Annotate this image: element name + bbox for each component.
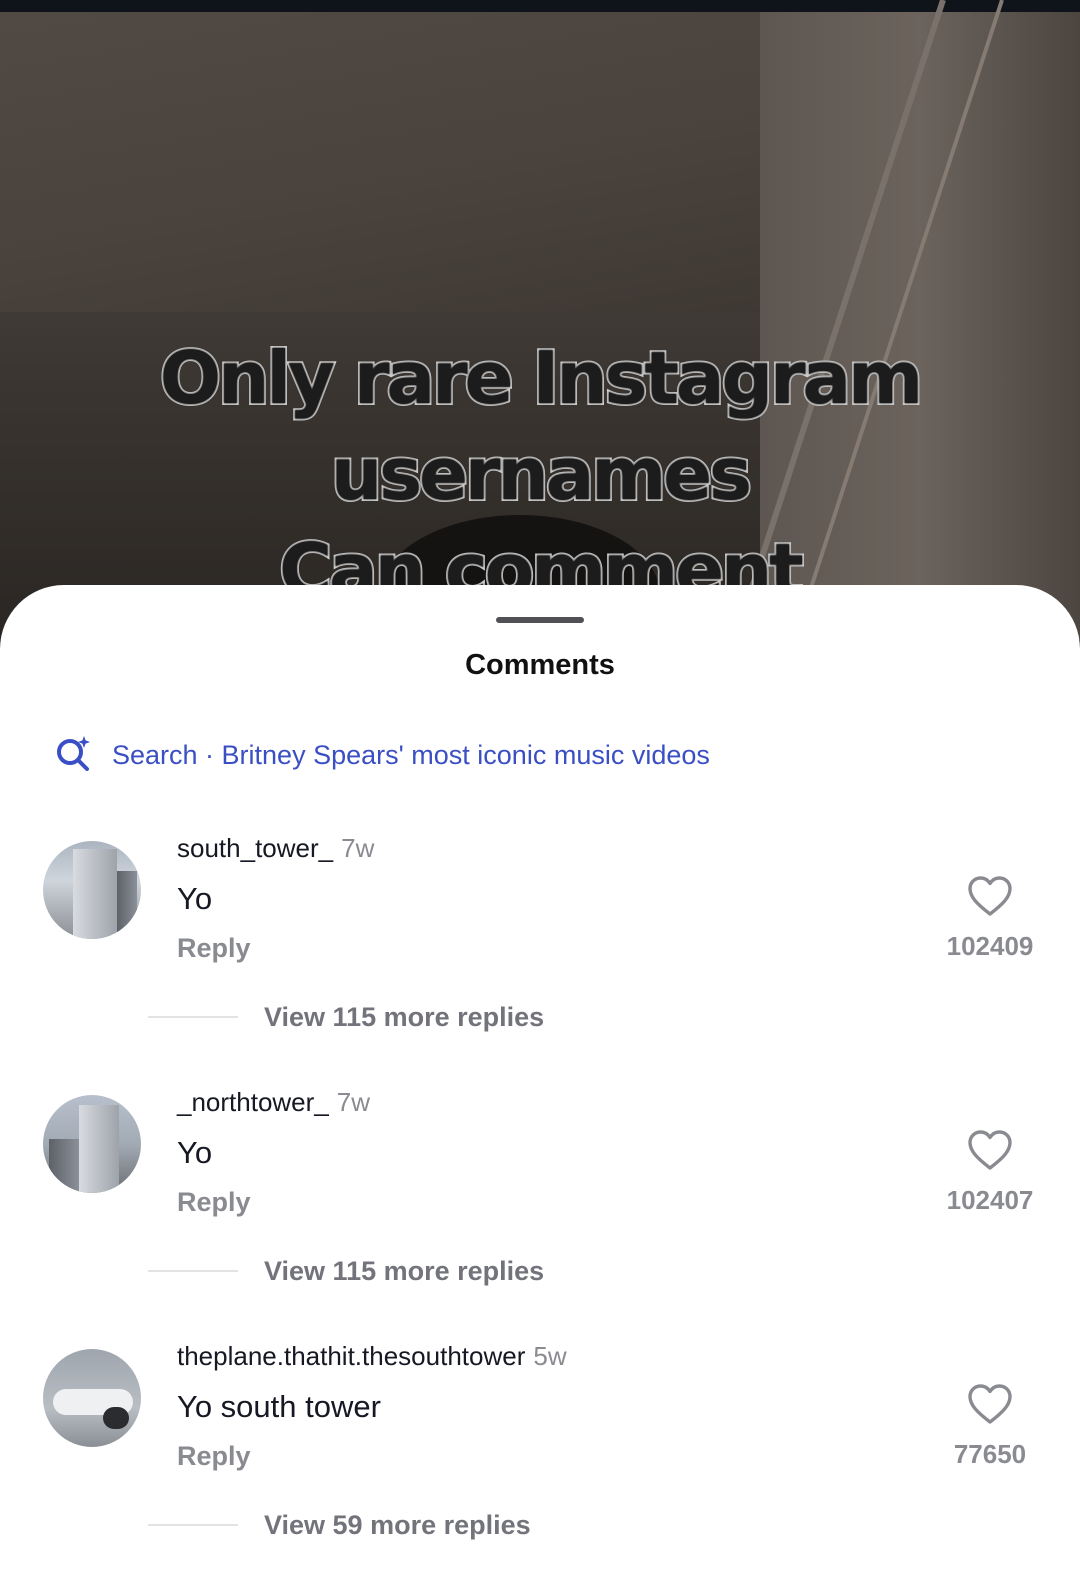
heart-icon <box>940 1129 1040 1171</box>
like-count: 102407 <box>946 1185 1034 1215</box>
comment-time: 7w <box>336 1087 371 1117</box>
video-background[interactable]: Only rare Instagram usernames Can commen… <box>0 0 1080 640</box>
view-more-text: View 59 more replies <box>264 1509 531 1540</box>
reply-button[interactable]: Reply <box>177 933 251 964</box>
comment-username[interactable]: south_tower_ 7w <box>177 833 374 864</box>
comment-item: theplane.thathit.thesouthtower 5w Yo sout… <box>0 1341 1080 1589</box>
avatar[interactable] <box>43 1349 141 1447</box>
username-text[interactable]: theplane.thathit.thesouthtower <box>177 1341 525 1371</box>
divider <box>148 1524 238 1526</box>
comment-item: south_tower_ 7w Yo Reply 102409 View 115 … <box>0 833 1080 1081</box>
reply-button[interactable]: Reply <box>177 1187 251 1218</box>
comment-item: _northtower_ 7w Yo Reply 102407 View 115 … <box>0 1087 1080 1335</box>
view-more-replies[interactable]: View 115 more replies <box>148 1001 544 1033</box>
like-count: 77650 <box>953 1439 1027 1469</box>
username-text[interactable]: south_tower_ <box>177 833 333 863</box>
comment-text: Yo south tower <box>177 1389 381 1424</box>
view-more-text: View 115 more replies <box>264 1255 545 1286</box>
search-sparkle-icon <box>54 734 92 777</box>
video-ceiling <box>0 12 800 312</box>
search-suggestion[interactable]: Search · Britney Spears' most iconic mus… <box>54 735 710 775</box>
comments-title: Comments <box>465 649 615 681</box>
comment-text: Yo <box>177 1135 213 1170</box>
divider <box>148 1270 238 1272</box>
comment-username[interactable]: _northtower_ 7w <box>177 1087 370 1118</box>
reply-button[interactable]: Reply <box>177 1441 251 1472</box>
like-button[interactable]: 102409 <box>940 875 1040 962</box>
view-more-text: View 115 more replies <box>264 1001 545 1032</box>
divider <box>148 1016 238 1018</box>
avatar[interactable] <box>43 1095 141 1193</box>
like-button[interactable]: 102407 <box>940 1129 1040 1216</box>
comment-text: Yo <box>177 881 213 916</box>
avatar[interactable] <box>43 841 141 939</box>
like-count: 102409 <box>946 931 1034 961</box>
username-text[interactable]: _northtower_ <box>177 1087 329 1117</box>
view-more-replies[interactable]: View 59 more replies <box>148 1509 531 1541</box>
heart-icon <box>940 875 1040 917</box>
drag-handle[interactable] <box>496 617 584 623</box>
comments-sheet: Comments Search · Britney Spears' most i… <box>0 585 1080 1591</box>
video-caption: Only rare Instagram usernames Can commen… <box>0 330 1080 618</box>
comment-username[interactable]: theplane.thathit.thesouthtower 5w <box>177 1341 567 1372</box>
comment-time: 7w <box>341 833 375 863</box>
caption-line-1: Only rare Instagram usernames <box>158 334 925 518</box>
comment-time: 5w <box>533 1341 567 1371</box>
heart-icon <box>940 1383 1040 1425</box>
view-more-replies[interactable]: View 115 more replies <box>148 1255 544 1287</box>
like-button[interactable]: 77650 <box>940 1383 1040 1470</box>
status-bar <box>0 0 1080 12</box>
search-suggestion-text: Search · Britney Spears' most iconic mus… <box>112 739 710 770</box>
